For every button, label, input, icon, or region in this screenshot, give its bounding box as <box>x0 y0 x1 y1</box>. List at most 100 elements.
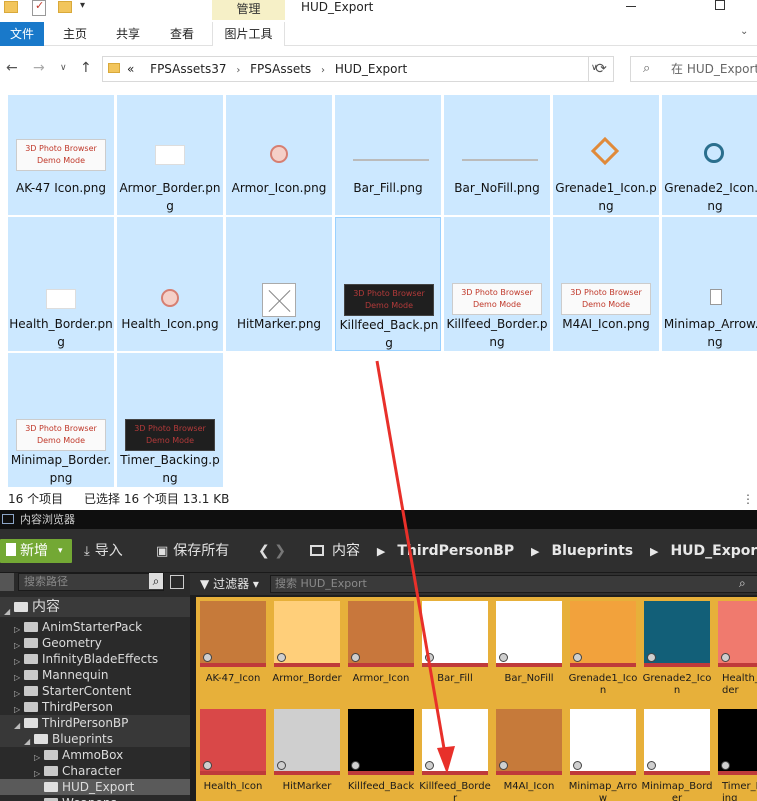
asset-tile[interactable]: Health_Border <box>714 597 757 705</box>
file-item[interactable]: Grenade1_Icon.png <box>553 95 659 215</box>
refresh-button[interactable]: ⟳ <box>588 56 614 82</box>
up-arrow-icon[interactable]: ↑ <box>80 60 92 76</box>
asset-tile[interactable]: Grenade1_Icon <box>566 597 640 705</box>
breadcrumb-item[interactable]: FPSAssets37 <box>150 62 226 76</box>
properties-icon[interactable] <box>32 0 46 16</box>
back-arrow-icon[interactable]: ← <box>6 60 18 76</box>
tree-item-label: Mannequin <box>42 668 109 682</box>
file-item[interactable]: HitMarker.png <box>226 217 332 351</box>
search-box[interactable]: ⌕ 在 HUD_Export <box>630 56 757 82</box>
tree-item[interactable]: ▷ Character <box>0 763 190 779</box>
asset-tile[interactable]: Timer_Backing <box>714 705 757 801</box>
chevron-right-icon[interactable]: ▶ <box>531 545 539 558</box>
asset-tile[interactable]: Health_Icon <box>196 705 270 801</box>
asset-tile[interactable]: Killfeed_Back <box>344 705 418 801</box>
file-item[interactable]: Bar_NoFill.png <box>444 95 550 215</box>
ribbon-expand-icon[interactable]: ⌄ <box>740 26 748 37</box>
file-item[interactable]: 3D Photo Browser Demo Mode M4AI_Icon.png <box>553 217 659 351</box>
tab-picture-tools[interactable]: 图片工具 <box>212 22 285 46</box>
file-item[interactable]: 3D Photo Browser Demo Mode AK-47 Icon.png <box>8 95 114 215</box>
tree-item-label: InfinityBladeEffects <box>42 652 159 666</box>
address-bar[interactable]: « FPSAssets37 › FPSAssets › HUD_Export ∨ <box>102 56 614 82</box>
breadcrumb-item[interactable]: Blueprints <box>551 543 633 559</box>
file-item[interactable]: 3D Photo Browser Demo Mode Killfeed_Back.p… <box>335 217 441 351</box>
tab-view[interactable]: 查看 <box>162 22 202 46</box>
file-item[interactable]: Minimap_Arrow.png <box>662 217 757 351</box>
file-item[interactable]: Bar_Fill.png <box>335 95 441 215</box>
file-item[interactable]: Grenade2_Icon.png <box>662 95 757 215</box>
tab-home[interactable]: 主页 <box>55 22 95 46</box>
asset-tile[interactable]: HitMarker <box>270 705 344 801</box>
forward-arrow-icon[interactable]: ❯ <box>274 543 286 559</box>
recent-locations-dropdown-icon[interactable]: ∨ <box>60 63 67 73</box>
tree-item[interactable]: ▷ InfinityBladeEffects <box>0 651 190 667</box>
breadcrumb-item[interactable]: ThirdPersonBP <box>397 543 514 559</box>
file-item[interactable]: Health_Border.png <box>8 217 114 351</box>
tree-item[interactable]: ▷ AmmoBox <box>0 747 190 763</box>
file-name: Killfeed_Back.png <box>339 318 439 350</box>
tab-share[interactable]: 共享 <box>108 22 148 46</box>
tree-item[interactable]: ▷ AnimStarterPack <box>0 619 190 635</box>
quick-access-dropdown-icon[interactable]: ▾ <box>80 0 85 11</box>
file-item[interactable]: 3D Photo Browser Demo Mode Killfeed_Border… <box>444 217 550 351</box>
asset-tile[interactable]: M4AI_Icon <box>492 705 566 801</box>
tree-item[interactable]: ▷ Mannequin <box>0 667 190 683</box>
watermark-thumbnail: 3D Photo Browser Demo Mode <box>344 284 434 316</box>
breadcrumb-item[interactable]: 内容 <box>332 543 360 559</box>
tree-item[interactable]: ◢ ThirdPersonBP <box>0 715 190 731</box>
file-item[interactable]: 3D Photo Browser Demo Mode Timer_Backing.p… <box>117 353 223 487</box>
file-item[interactable]: Armor_Icon.png <box>226 95 332 215</box>
tree-item[interactable]: ▷Weapons <box>0 795 190 801</box>
content-browser-toolbar: 新增 ▾ ⤓ 导入 ▣ 保存所有 ❮ ❯ 内容 ▶ ThirdPersonBP ▶ Bl… <box>0 529 757 573</box>
asset-tile[interactable]: Killfeed_Border <box>418 705 492 801</box>
tree-item[interactable]: ▷ StarterContent <box>0 683 190 699</box>
folder-icon[interactable] <box>310 545 324 556</box>
tab-file[interactable]: 文件 <box>0 22 44 46</box>
import-button[interactable]: ⤓ 导入 <box>84 539 123 563</box>
unsaved-asset-icon <box>277 653 286 662</box>
tree-item[interactable]: ▷ Geometry <box>0 635 190 651</box>
content-browser-tab[interactable]: 内容浏览器 <box>0 510 757 529</box>
asset-tile[interactable]: Bar_Fill <box>418 597 492 705</box>
asset-tile[interactable]: Grenade2_Icon <box>640 597 714 705</box>
chevron-right-icon[interactable]: › <box>321 65 325 76</box>
add-new-button[interactable]: 新增 ▾ <box>0 539 72 563</box>
asset-name: Health_Border <box>722 673 757 696</box>
chevron-right-icon[interactable]: ▶ <box>377 545 385 558</box>
tree-item[interactable]: ◢ Blueprints <box>0 731 190 747</box>
file-item[interactable]: 3D Photo Browser Demo Mode Minimap_Border.… <box>8 353 114 487</box>
details-view-icon[interactable]: ⋮⋮ <box>742 488 757 510</box>
path-search-input[interactable]: 搜索路径 ⌕ <box>18 573 164 591</box>
breadcrumb-item[interactable]: HUD_Export <box>670 543 757 559</box>
asset-search-placeholder: 搜索 HUD_Export <box>275 577 367 590</box>
asset-tile[interactable]: Minimap_Arrow <box>566 705 640 801</box>
asset-tile[interactable]: Minimap_Border <box>640 705 714 801</box>
asset-search-input[interactable]: 搜索 HUD_Export ⌕ <box>270 575 757 593</box>
sources-toggle[interactable] <box>0 573 14 591</box>
breadcrumb-item[interactable]: FPSAssets <box>250 62 311 76</box>
minimize-icon[interactable] <box>626 6 636 7</box>
save-all-button[interactable]: ▣ 保存所有 <box>156 539 229 563</box>
file-item[interactable]: Armor_Border.png <box>117 95 223 215</box>
back-arrow-icon[interactable]: ❮ <box>258 543 270 559</box>
filters-button[interactable]: ▼ 过滤器 ▾ <box>200 575 259 593</box>
tree-item[interactable]: ◢ 内容 <box>0 597 190 617</box>
new-folder-icon[interactable] <box>58 1 72 13</box>
asset-tile[interactable]: AK-47_Icon <box>196 597 270 705</box>
view-options-icon[interactable] <box>170 575 184 589</box>
folder-icon[interactable] <box>4 1 18 13</box>
file-item[interactable]: Health_Icon.png <box>117 217 223 351</box>
breadcrumb-overflow[interactable]: « <box>127 62 134 76</box>
maximize-icon[interactable] <box>715 0 725 10</box>
tree-item[interactable]: ▷ ThirdPerson <box>0 699 190 715</box>
asset-tile[interactable]: Armor_Border <box>270 597 344 705</box>
breadcrumb-item[interactable]: HUD_Export <box>335 62 407 76</box>
asset-tile[interactable]: Armor_Icon <box>344 597 418 705</box>
chevron-right-icon[interactable]: › <box>236 65 240 76</box>
forward-arrow-icon[interactable]: → <box>33 60 45 76</box>
chevron-right-icon[interactable]: ▶ <box>650 545 658 558</box>
tree-item[interactable]: HUD_Export <box>0 779 190 795</box>
manage-context-tab[interactable]: 管理 <box>212 0 285 20</box>
asset-view: ▼ 过滤器 ▾ 搜索 HUD_Export ⌕ AK-47_Icon Armor_… <box>190 573 757 801</box>
asset-tile[interactable]: Bar_NoFill <box>492 597 566 705</box>
